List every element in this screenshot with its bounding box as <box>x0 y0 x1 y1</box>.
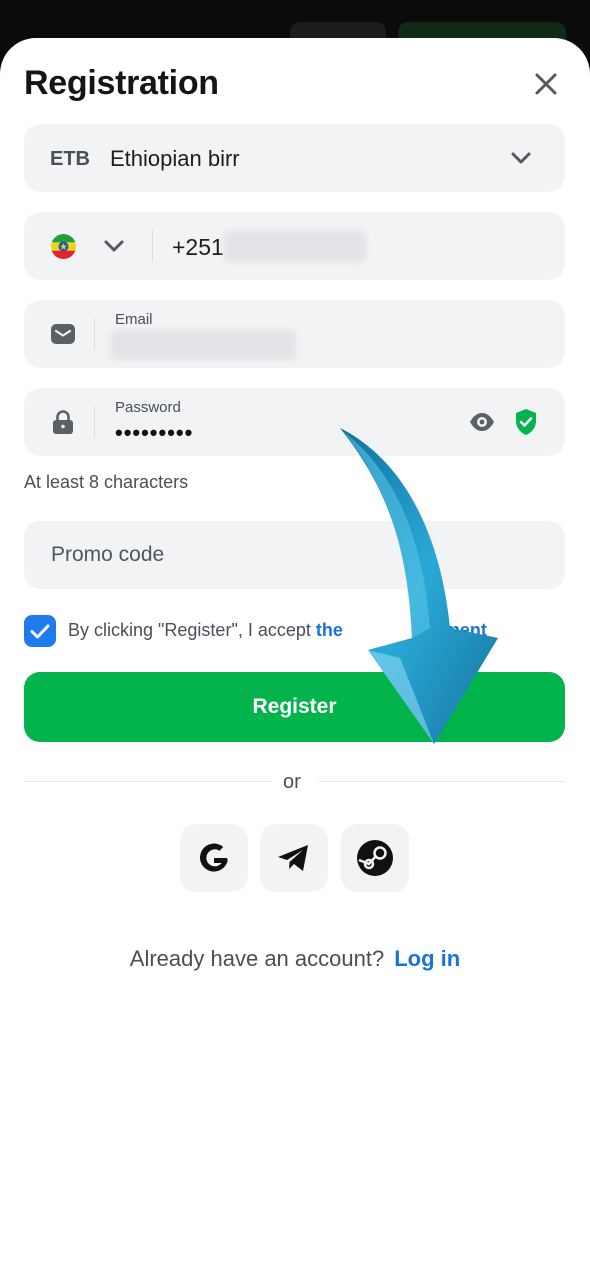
page-title: Registration <box>24 64 219 102</box>
google-login-button[interactable] <box>180 824 248 892</box>
chevron-down-icon <box>508 145 534 171</box>
eye-icon[interactable] <box>468 409 496 435</box>
login-question: Already have an account? <box>129 946 385 971</box>
field-divider <box>94 318 95 350</box>
divider-line <box>24 781 272 782</box>
password-value: ••••••••• <box>115 420 194 445</box>
divider-or: or <box>283 771 301 793</box>
steam-icon <box>357 840 393 876</box>
agreement-text: By clicking "Register", I accept the ment <box>68 620 487 641</box>
phone-field[interactable]: +251 <box>24 212 565 280</box>
divider-line <box>318 781 565 782</box>
google-icon <box>200 843 228 872</box>
password-label: Password <box>115 399 181 416</box>
login-prompt: Already have an account? Log in <box>0 946 590 972</box>
redacted-email <box>110 330 296 360</box>
shield-check-icon <box>514 408 538 436</box>
envelope-icon <box>50 321 76 347</box>
agreement-link-end[interactable]: ment <box>444 620 487 640</box>
telegram-login-button[interactable] <box>260 824 328 892</box>
agreement-link[interactable]: the <box>316 620 343 640</box>
telegram-icon <box>278 845 308 871</box>
promo-code-input[interactable]: Promo code <box>24 521 565 589</box>
currency-code: ETB <box>50 148 90 170</box>
password-hint: At least 8 characters <box>24 472 189 492</box>
lock-icon <box>50 409 76 435</box>
field-divider <box>152 230 153 262</box>
agreement-checkbox[interactable] <box>24 615 56 647</box>
redacted-phone-number <box>224 230 366 262</box>
field-divider <box>94 406 95 438</box>
agreement-text-prefix: By clicking "Register", I accept <box>68 620 316 640</box>
login-link[interactable]: Log in <box>394 946 460 971</box>
password-field[interactable]: Password ••••••••• <box>24 388 565 456</box>
phone-dial-code: +251 <box>172 234 224 260</box>
check-icon <box>30 624 50 639</box>
email-label: Email <box>115 311 153 328</box>
register-button[interactable]: Register <box>24 672 565 742</box>
email-field[interactable]: Email <box>24 300 565 368</box>
chevron-down-icon[interactable] <box>101 233 127 259</box>
ethiopia-flag-icon[interactable] <box>51 234 76 259</box>
promo-placeholder: Promo code <box>51 543 165 566</box>
currency-select[interactable]: ETB Ethiopian birr <box>24 124 565 192</box>
close-icon[interactable] <box>530 68 562 100</box>
registration-sheet: Registration ETB Ethiopian birr +251 Ema… <box>0 38 590 1280</box>
steam-login-button[interactable] <box>341 824 409 892</box>
currency-name: Ethiopian birr <box>110 146 240 171</box>
